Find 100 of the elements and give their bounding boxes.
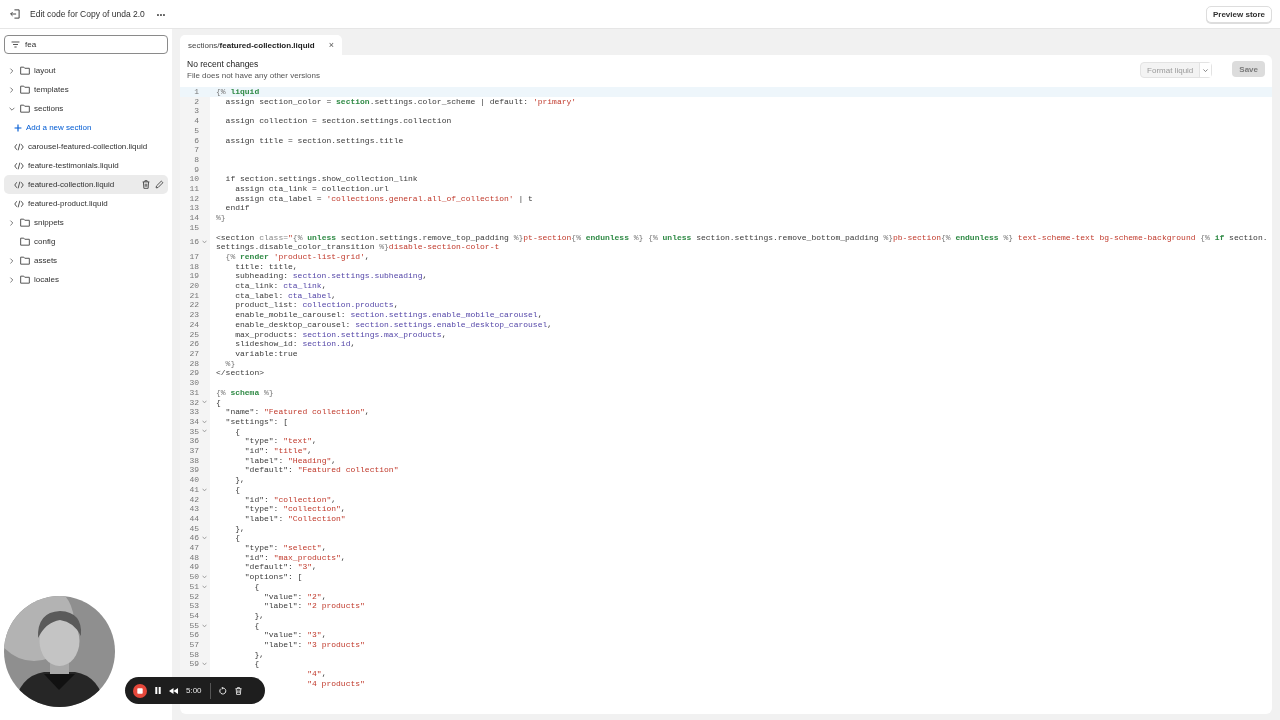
code-line: { [234, 426, 241, 437]
fold-icon[interactable] [202, 536, 207, 541]
fold-icon[interactable] [202, 240, 207, 245]
line-number: 44 [189, 513, 199, 523]
code-line: title: title, [234, 261, 299, 272]
code-line: }, [234, 475, 246, 485]
line-number: 41 [189, 484, 199, 494]
line-number: 12 [189, 193, 199, 203]
code-line: {% liquid [215, 87, 261, 97]
code-line: "label": "3 products" [263, 640, 366, 650]
line-number: 15 [189, 222, 199, 232]
line-number: 49 [189, 562, 199, 572]
folder-item[interactable]: locales [4, 270, 168, 289]
pause-icon[interactable] [155, 687, 161, 694]
line-number: 38 [189, 455, 199, 465]
file-tab[interactable]: sections/featured-collection.liquid × [180, 35, 342, 55]
folder-item[interactable]: snippets [4, 213, 168, 232]
line-number: 17 [189, 251, 199, 261]
folder-item[interactable]: sections [4, 99, 168, 118]
code-line: assign section_color = section.settings.color_scheme | default: 'primary' [224, 96, 578, 107]
code-line: "value": "2", [263, 591, 328, 602]
trash-icon[interactable] [142, 180, 150, 189]
code-line: cta_label: cta_label, [234, 290, 338, 301]
file-item[interactable]: carousel-featured-collection.liquid [4, 137, 168, 156]
line-number: 35 [189, 426, 199, 436]
line-number: 39 [189, 465, 199, 475]
line-number: 7 [194, 145, 199, 155]
folder-item[interactable]: templates [4, 80, 168, 99]
code-line: "label": "Heading", [243, 455, 338, 466]
code-line: max_products: section.settings.max_products, [234, 329, 448, 340]
restart-icon[interactable] [218, 686, 227, 695]
code-line: enable_mobile_carousel: section.settings.enable_mobile_carousel, [234, 310, 544, 320]
line-number: 30 [189, 378, 199, 388]
line-number: 31 [189, 387, 199, 397]
caret-icon[interactable] [1199, 63, 1212, 77]
line-number: 9 [194, 164, 199, 174]
code-line: "type": "select", [243, 543, 328, 553]
code-line: }, [234, 523, 246, 534]
close-icon[interactable]: × [328, 40, 334, 50]
code-line: "label": "2 products" [263, 601, 366, 611]
code-line: {% schema %} [215, 387, 275, 398]
line-number: 50 [189, 572, 199, 582]
folder-item[interactable]: layout [4, 61, 168, 80]
line-number: 1 [194, 87, 199, 96]
pencil-icon[interactable] [155, 180, 164, 189]
add-section-link[interactable]: Add a new section [4, 118, 168, 137]
preview-store-button[interactable]: Preview store [1205, 5, 1272, 23]
line-number: 56 [189, 630, 199, 640]
code-line: if section.settings.show_collection_link [224, 174, 419, 185]
rewind-icon[interactable] [169, 687, 178, 694]
stop-button[interactable] [133, 683, 147, 698]
file-item[interactable]: featured-product.liquid [4, 194, 168, 213]
code-icon [14, 161, 24, 170]
line-number: 18 [189, 261, 199, 271]
code-line: "4 products" [306, 678, 366, 689]
line-number: 42 [189, 494, 199, 504]
code-line: "default": "Featured collection" [243, 465, 400, 476]
filter-icon [11, 41, 20, 48]
code-line: { [253, 620, 261, 631]
line-number: 24 [189, 319, 199, 329]
code-line: assign cta_link = collection.url [234, 184, 390, 194]
code-line: enable_desktop_carousel: section.settings.enable_desktop_carousel, [234, 319, 554, 330]
timer: 5:00 [186, 686, 202, 695]
search-input[interactable]: fea [25, 40, 125, 49]
code-line: { [253, 581, 261, 592]
line-number: 29 [189, 368, 199, 378]
line-number: 27 [189, 349, 199, 358]
line-number: 25 [189, 329, 199, 339]
fold-icon[interactable] [202, 487, 207, 492]
folder-item[interactable]: assets [4, 251, 168, 270]
code-line: product_list: collection.products, [234, 300, 400, 311]
code-line: "default": "3", [243, 562, 318, 573]
line-number: 55 [189, 620, 199, 630]
code-line: variable:true [234, 349, 299, 359]
code-line: "label": "Collection" [243, 513, 347, 524]
line-number: 21 [189, 290, 199, 300]
search-field[interactable]: fea [4, 35, 168, 54]
line-number: 43 [189, 504, 199, 514]
code-icon [14, 199, 24, 208]
code-line: </section> [215, 368, 265, 379]
fold-icon[interactable] [202, 623, 207, 628]
code-line: {% render 'product-list-grid', [224, 251, 371, 262]
chevron-icon [8, 274, 16, 285]
line-number: 32 [189, 397, 199, 407]
folder-item[interactable]: config [4, 232, 168, 251]
line-number: 51 [189, 581, 199, 591]
code-line: { [234, 533, 241, 544]
fold-icon[interactable] [202, 400, 207, 405]
line-number: 37 [189, 446, 199, 455]
line-number: 10 [189, 174, 199, 184]
code-line: slideshow_id: section.id, [234, 339, 357, 349]
line-number: 57 [189, 640, 199, 650]
code-line: }, [253, 610, 265, 621]
code-line: subheading: section.settings.subheading, [234, 271, 429, 282]
fold-icon[interactable] [202, 662, 207, 667]
line-number: 4 [194, 116, 199, 126]
file-item[interactable]: feature-testimonials.liquid [4, 156, 168, 175]
code-line: <section class="{% unless section.settings.remove_top_padding %}pt-section{% endunless %} {% unless section.settings.remove_bottom_padding %}pb-section{% endunless %} text-scheme-text bg-scheme-background {% if section.settings.disable_color_transition %}disable-section-color-t [215, 232, 1269, 252]
exit-icon[interactable] [10, 9, 20, 19]
file-item[interactable]: featured-collection.liquid [4, 175, 168, 194]
